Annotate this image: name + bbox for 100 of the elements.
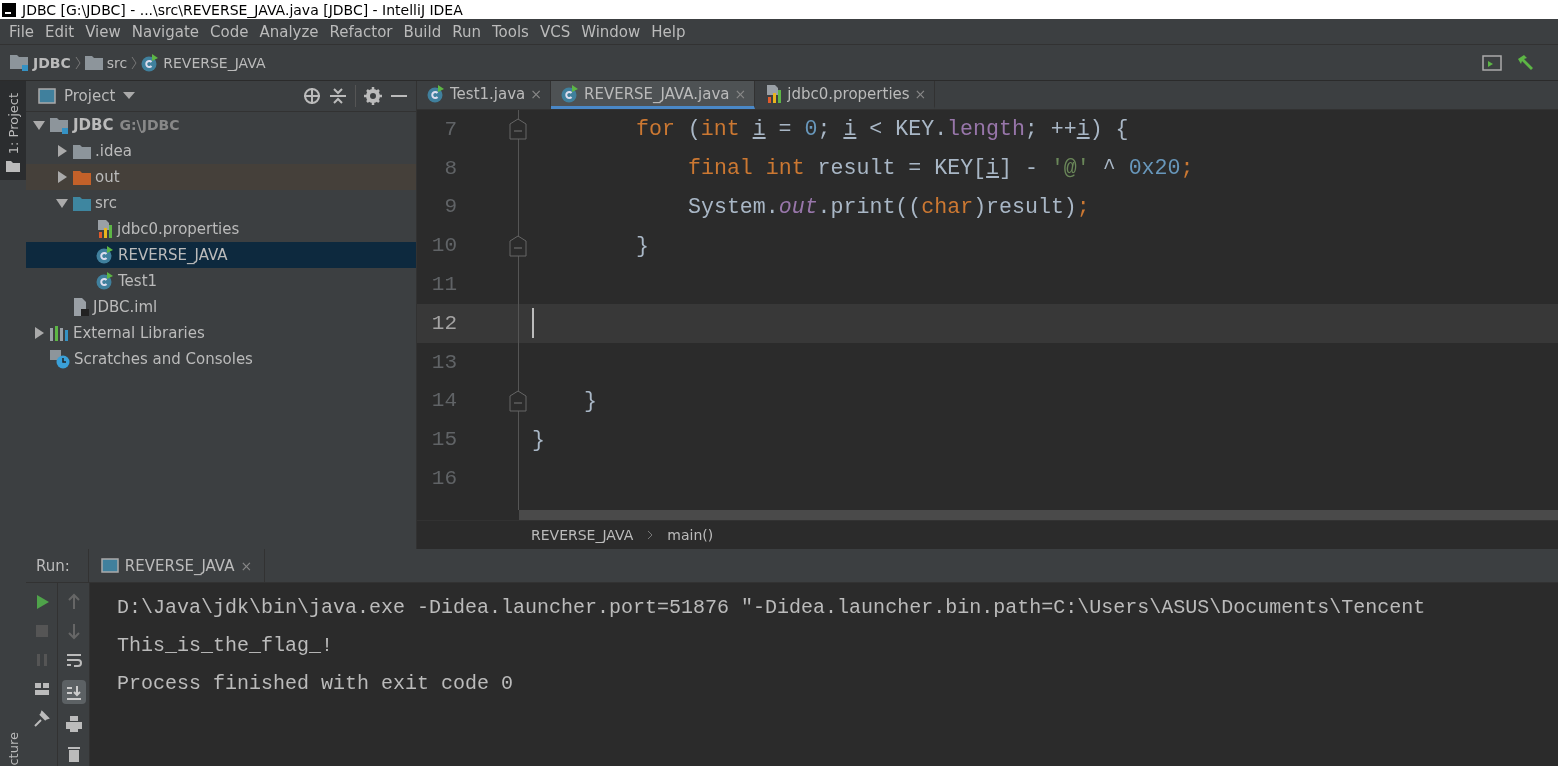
code-line: for (int i = 0; i < KEY.length; ++i) { bbox=[635, 117, 1129, 142]
close-icon[interactable]: × bbox=[240, 557, 253, 574]
pin-icon[interactable] bbox=[32, 709, 51, 727]
settings-icon[interactable] bbox=[364, 87, 382, 105]
panel-icon bbox=[38, 88, 56, 104]
layout-icon[interactable] bbox=[32, 680, 51, 698]
fold-marker-icon[interactable] bbox=[509, 389, 527, 412]
line-number: 10 bbox=[430, 234, 457, 258]
tree-item[interactable]: Test1 bbox=[26, 268, 416, 294]
horizontal-scrollbar[interactable] bbox=[519, 510, 1558, 520]
folder-icon bbox=[10, 54, 29, 71]
console-line: This_is_the_flag_! bbox=[117, 633, 335, 659]
class-icon bbox=[427, 84, 445, 103]
text-caret bbox=[532, 308, 534, 339]
tree-item[interactable]: REVERSE_JAVA bbox=[26, 242, 416, 268]
hammer-icon[interactable] bbox=[1516, 53, 1536, 72]
close-icon[interactable]: × bbox=[914, 85, 927, 102]
line-number: 9 bbox=[443, 195, 457, 219]
properties-file-icon bbox=[765, 84, 783, 103]
class-icon bbox=[96, 272, 114, 290]
collapse-icon[interactable] bbox=[329, 87, 347, 105]
scroll-to-end-button[interactable] bbox=[61, 680, 86, 704]
code-line: System.out.print((char)result); bbox=[687, 195, 1090, 219]
structure-tool-tab[interactable]: cture bbox=[5, 728, 21, 766]
folder-icon bbox=[73, 169, 91, 185]
class-icon bbox=[96, 246, 114, 264]
print-icon[interactable] bbox=[64, 715, 83, 733]
file-icon bbox=[73, 298, 89, 316]
menu-item[interactable]: Refactor bbox=[324, 22, 398, 41]
menu-item[interactable]: Window bbox=[576, 22, 646, 41]
fold-marker-icon[interactable] bbox=[509, 118, 527, 141]
breadcrumb-item[interactable]: REVERSE_JAVA bbox=[141, 53, 266, 72]
menu-item[interactable]: Build bbox=[398, 22, 447, 41]
breadcrumb-item[interactable]: REVERSE_JAVA bbox=[531, 527, 634, 543]
folder-icon bbox=[84, 55, 103, 70]
breadcrumb-item[interactable]: JDBC bbox=[10, 54, 71, 71]
menu-item[interactable]: Code bbox=[205, 22, 254, 41]
close-icon[interactable]: × bbox=[530, 85, 542, 102]
dropdown-icon[interactable] bbox=[123, 92, 136, 100]
code-line: } bbox=[583, 388, 597, 413]
run-label: Run: bbox=[26, 549, 89, 582]
tree-item[interactable]: JDBC G:\JDBC bbox=[26, 112, 416, 138]
menu-item[interactable]: Help bbox=[646, 22, 691, 41]
tree-item[interactable]: src bbox=[26, 190, 416, 216]
chevron-icon bbox=[131, 55, 138, 70]
locate-icon[interactable] bbox=[303, 87, 321, 105]
line-number: 7 bbox=[443, 117, 457, 141]
breadcrumb-item[interactable]: src bbox=[84, 54, 128, 71]
line-number: 11 bbox=[430, 273, 457, 297]
menu-item[interactable]: VCS bbox=[534, 22, 576, 41]
folder-icon bbox=[6, 160, 20, 173]
window-title: JDBC [G:\JDBC] - ...\src\REVERSE_JAVA.java [JDBC] - IntelliJ IDEA bbox=[22, 0, 463, 19]
code-line: } bbox=[635, 233, 649, 258]
collapsed-arrow-icon[interactable] bbox=[55, 170, 69, 184]
editor-tab[interactable]: REVERSE_JAVA.java × bbox=[551, 81, 756, 109]
tree-item[interactable]: Scratches and Consoles bbox=[26, 346, 416, 372]
collapsed-arrow-icon[interactable] bbox=[55, 144, 69, 158]
line-number: 8 bbox=[443, 156, 457, 180]
expanded-arrow-icon[interactable] bbox=[55, 196, 69, 210]
tree-item[interactable]: JDBC.iml bbox=[26, 294, 416, 320]
console-line: D:\Java\jdk\bin\java.exe -Didea.launcher.port=51876 "-Didea.launcher.bin.path=C:\Users\ASUS\Documents\Tencent bbox=[117, 595, 1427, 621]
code-line: final int result = KEY[i] - '@' ^ 0x20; bbox=[687, 156, 1194, 181]
chevron-icon bbox=[647, 530, 654, 540]
folder-icon bbox=[73, 143, 91, 159]
panel-title[interactable]: Project bbox=[64, 87, 116, 105]
scratches-icon bbox=[50, 349, 70, 369]
console-icon bbox=[100, 558, 119, 573]
soft-wrap-icon[interactable] bbox=[64, 651, 83, 669]
menu-item[interactable]: Run bbox=[447, 22, 486, 41]
menu-item[interactable]: Navigate bbox=[126, 22, 205, 41]
run-window-icon[interactable] bbox=[1482, 53, 1502, 72]
editor-tab[interactable]: jdbc0.properties × bbox=[755, 81, 936, 109]
fold-marker-icon[interactable] bbox=[509, 234, 527, 257]
console-line: Process finished with exit code 0 bbox=[117, 671, 515, 697]
folder-icon bbox=[50, 116, 69, 134]
code-line: } bbox=[532, 427, 545, 452]
line-number: 13 bbox=[430, 350, 457, 374]
scroll-to-end-icon bbox=[64, 683, 83, 701]
libraries-icon bbox=[50, 325, 69, 341]
menu-item[interactable]: Analyze bbox=[254, 22, 324, 41]
chevron-icon bbox=[74, 55, 81, 70]
line-number: 16 bbox=[430, 467, 457, 491]
menu-item[interactable]: View bbox=[80, 22, 126, 41]
expanded-arrow-icon[interactable] bbox=[32, 118, 46, 132]
tree-item[interactable]: out bbox=[26, 164, 416, 190]
project-tool-tab[interactable]: 1: Project bbox=[0, 81, 26, 181]
line-number: 14 bbox=[430, 389, 457, 413]
tree-item[interactable]: jdbc0.properties bbox=[26, 216, 416, 242]
tree-item[interactable]: .idea bbox=[26, 138, 416, 164]
menu-item[interactable]: Tools bbox=[486, 22, 534, 41]
folder-icon bbox=[73, 195, 91, 211]
class-icon bbox=[141, 53, 160, 72]
line-number: 12 bbox=[430, 311, 457, 335]
breadcrumb-item[interactable]: main() bbox=[667, 527, 714, 543]
menu-item[interactable]: Edit bbox=[40, 22, 80, 41]
tree-item[interactable]: External Libraries bbox=[26, 320, 416, 346]
collapsed-arrow-icon[interactable] bbox=[32, 326, 46, 340]
line-number: 15 bbox=[430, 428, 457, 452]
menu-item[interactable]: File bbox=[4, 22, 40, 41]
properties-file-icon bbox=[96, 220, 113, 238]
